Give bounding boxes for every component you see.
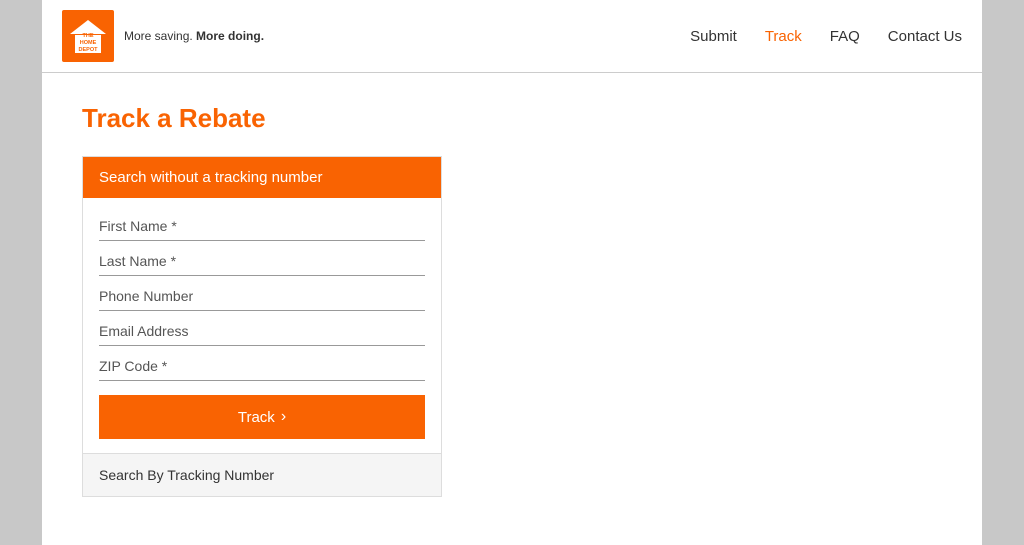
nav-contact[interactable]: Contact Us: [888, 28, 962, 45]
first-name-field: [99, 208, 425, 241]
tracking-number-link[interactable]: Search By Tracking Number: [83, 453, 441, 496]
form-card-header: Search without a tracking number: [83, 157, 441, 198]
track-button[interactable]: Track ›: [99, 395, 425, 439]
chevron-right-icon: ›: [281, 408, 286, 426]
home-depot-logo: THE HOME DEPOT: [62, 10, 114, 62]
nav-track[interactable]: Track: [765, 28, 802, 45]
nav-submit[interactable]: Submit: [690, 28, 737, 45]
nav-faq[interactable]: FAQ: [830, 28, 860, 45]
logo-area: THE HOME DEPOT More saving. More doing.: [62, 10, 264, 62]
first-name-input[interactable]: [99, 208, 425, 241]
last-name-field: [99, 243, 425, 276]
header: THE HOME DEPOT More saving. More doing. …: [42, 0, 982, 73]
main-content: Track a Rebate Search without a tracking…: [42, 73, 982, 527]
phone-field: [99, 278, 425, 311]
page-container: THE HOME DEPOT More saving. More doing. …: [42, 0, 982, 545]
zip-input[interactable]: [99, 348, 425, 381]
page-title: Track a Rebate: [82, 103, 942, 134]
last-name-input[interactable]: [99, 243, 425, 276]
form-card: Search without a tracking number: [82, 156, 442, 497]
zip-field: [99, 348, 425, 381]
phone-input[interactable]: [99, 278, 425, 311]
tagline: More saving. More doing.: [124, 29, 264, 43]
email-input[interactable]: [99, 313, 425, 346]
email-field: [99, 313, 425, 346]
form-card-body: Track ›: [83, 198, 441, 453]
main-nav: Submit Track FAQ Contact Us: [690, 28, 962, 45]
